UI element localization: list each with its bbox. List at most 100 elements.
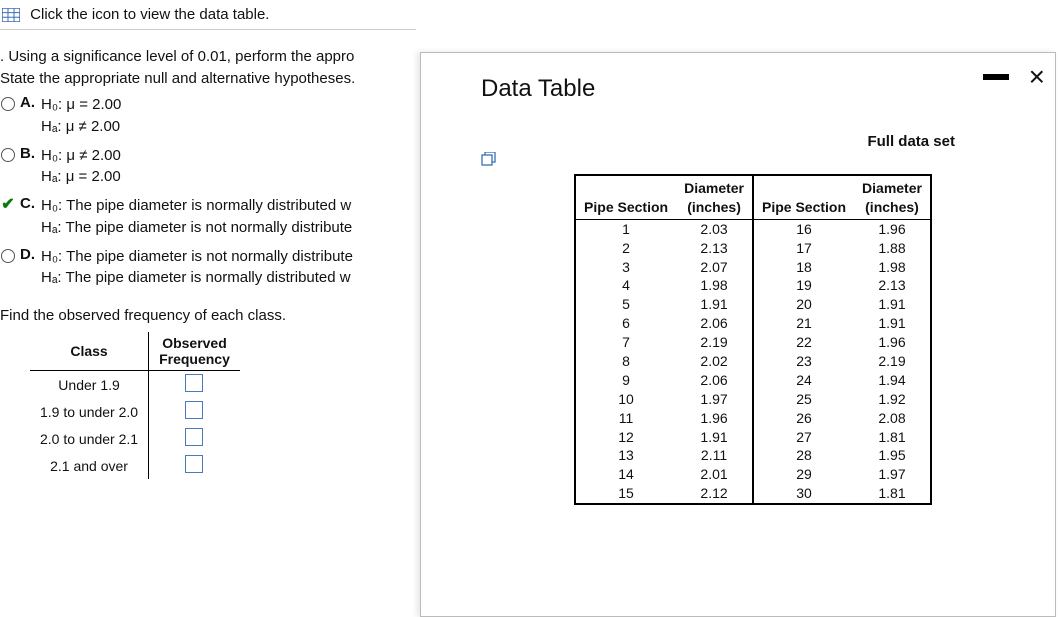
table-row: 51.91201.91: [575, 295, 931, 314]
ha-text: Hₐ: μ ≠ 2.00: [41, 116, 416, 138]
data-cell: 1.98: [854, 258, 931, 277]
data-cell: 12: [575, 428, 676, 447]
col-diameter: Diameter: [854, 175, 931, 198]
h0-text: H₀: The pipe diameter is not normally di…: [41, 246, 416, 268]
data-cell: 1.81: [854, 428, 931, 447]
table-row: 111.96262.08: [575, 409, 931, 428]
col-observed: ObservedFrequency: [149, 332, 240, 371]
question-part-a: . Using a significance level of 0.01, pe…: [0, 48, 416, 65]
table-row: 132.11281.95: [575, 446, 931, 465]
data-cell: 18: [753, 258, 854, 277]
data-cell: 4: [575, 276, 676, 295]
data-cell: 15: [575, 484, 676, 504]
data-cell: 2.02: [676, 352, 753, 371]
data-cell: 28: [753, 446, 854, 465]
full-data-set-label: Full data set: [481, 133, 1025, 150]
col-diameter: Diameter: [676, 175, 753, 198]
class-label: Under 1.9: [30, 371, 149, 399]
col-inches: (inches): [676, 198, 753, 219]
table-row: Under 1.9: [30, 371, 240, 399]
h0-text: H₀: μ = 2.00: [41, 94, 416, 116]
data-cell: 1.96: [854, 219, 931, 238]
table-row: 62.06211.91: [575, 314, 931, 333]
class-label: 2.0 to under 2.1: [30, 425, 149, 452]
copy-icon[interactable]: [481, 152, 955, 170]
option-letter: A.: [20, 94, 35, 111]
table-row: 32.07181.98: [575, 258, 931, 277]
modal-title: Data Table: [481, 75, 1025, 103]
data-cell: 29: [753, 465, 854, 484]
frequency-input[interactable]: [185, 374, 203, 392]
frequency-input[interactable]: [185, 401, 203, 419]
data-cell: 10: [575, 390, 676, 409]
find-frequency-text: Find the observed frequency of each clas…: [0, 307, 416, 324]
data-cell: 1.91: [854, 295, 931, 314]
option-a[interactable]: A. H₀: μ = 2.00 Hₐ: μ ≠ 2.00: [0, 94, 416, 138]
data-cell: 17: [753, 239, 854, 258]
data-cell: 2.12: [676, 484, 753, 504]
option-b[interactable]: B. H₀: μ ≠ 2.00 Hₐ: μ = 2.00: [0, 145, 416, 189]
minimize-icon[interactable]: [983, 74, 1009, 80]
data-cell: 2.01: [676, 465, 753, 484]
data-cell: 8: [575, 352, 676, 371]
data-cell: 1.96: [676, 409, 753, 428]
ha-text: Hₐ: The pipe diameter is normally distri…: [41, 267, 416, 289]
top-instruction: Click the icon to view the data table.: [30, 6, 269, 23]
data-cell: 26: [753, 409, 854, 428]
data-cell: 2.06: [676, 371, 753, 390]
data-cell: 2.06: [676, 314, 753, 333]
radio-icon: [1, 97, 15, 111]
data-cell: 6: [575, 314, 676, 333]
data-table-modal: × Data Table Full data set Diameter Diam…: [420, 52, 1056, 617]
data-cell: 9: [575, 371, 676, 390]
frequency-input[interactable]: [185, 455, 203, 473]
data-cell: 1.94: [854, 371, 931, 390]
table-row: 12.03161.96: [575, 219, 931, 238]
h0-text: H₀: The pipe diameter is normally distri…: [41, 195, 416, 217]
data-cell: 1.97: [676, 390, 753, 409]
data-cell: 21: [753, 314, 854, 333]
ha-text: Hₐ: μ = 2.00: [41, 166, 416, 188]
data-cell: 1.81: [854, 484, 931, 504]
data-table-icon[interactable]: [2, 8, 20, 22]
close-icon[interactable]: ×: [1029, 67, 1045, 87]
data-cell: 2.08: [854, 409, 931, 428]
option-letter: D.: [20, 246, 35, 263]
h0-text: H₀: μ ≠ 2.00: [41, 145, 416, 167]
data-cell: 27: [753, 428, 854, 447]
option-d[interactable]: D. H₀: The pipe diameter is not normally…: [0, 246, 416, 290]
data-cell: 14: [575, 465, 676, 484]
table-row: 152.12301.81: [575, 484, 931, 504]
option-letter: B.: [20, 145, 35, 162]
table-row: 2.0 to under 2.1: [30, 425, 240, 452]
data-cell: 1.92: [854, 390, 931, 409]
option-c[interactable]: ✔ C. H₀: The pipe diameter is normally d…: [0, 195, 416, 239]
table-row: 41.98192.13: [575, 276, 931, 295]
table-row: 72.19221.96: [575, 333, 931, 352]
data-cell: 7: [575, 333, 676, 352]
option-letter: C.: [20, 195, 35, 212]
data-cell: 1.91: [854, 314, 931, 333]
data-cell: 2.13: [854, 276, 931, 295]
table-row: 92.06241.94: [575, 371, 931, 390]
data-cell: 16: [753, 219, 854, 238]
col-pipe-section: Pipe Section: [575, 198, 676, 219]
data-cell: 13: [575, 446, 676, 465]
radio-icon: [1, 249, 15, 263]
table-row: 2.1 and over: [30, 452, 240, 479]
radio-icon: [1, 148, 15, 162]
data-cell: 1: [575, 219, 676, 238]
data-cell: 20: [753, 295, 854, 314]
data-cell: 1.96: [854, 333, 931, 352]
data-cell: 2.03: [676, 219, 753, 238]
data-cell: 1.98: [676, 276, 753, 295]
data-cell: 30: [753, 484, 854, 504]
table-row: 121.91271.81: [575, 428, 931, 447]
data-cell: 2.13: [676, 239, 753, 258]
check-icon: ✔: [1, 198, 14, 212]
data-cell: 5: [575, 295, 676, 314]
frequency-input[interactable]: [185, 428, 203, 446]
pipe-data-table: Diameter Diameter Pipe Section (inches) …: [574, 174, 932, 505]
data-cell: 1.97: [854, 465, 931, 484]
frequency-table: Class ObservedFrequency Under 1.91.9 to …: [30, 332, 240, 479]
